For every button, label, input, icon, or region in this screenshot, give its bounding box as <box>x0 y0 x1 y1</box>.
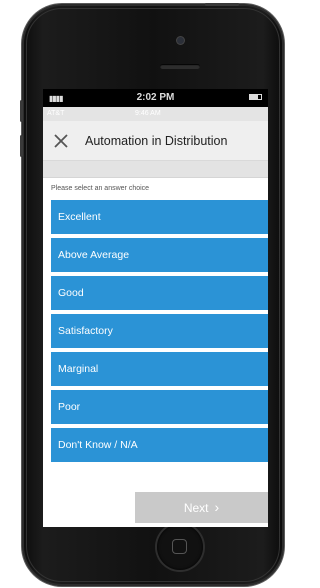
close-icon[interactable] <box>53 133 69 149</box>
battery-icon <box>249 94 262 100</box>
speaker-grille <box>160 64 200 69</box>
choice-poor[interactable]: Poor <box>51 390 268 424</box>
app-screen: AT&T 9:46 AM Automation in Distribution … <box>43 107 268 527</box>
power-button <box>205 3 239 6</box>
choice-above-average[interactable]: Above Average <box>51 238 268 272</box>
choice-dont-know[interactable]: Don't Know / N/A <box>51 428 268 462</box>
choice-good[interactable]: Good <box>51 276 268 310</box>
app-time: 9:46 AM <box>135 110 161 117</box>
choice-marginal[interactable]: Marginal <box>51 352 268 386</box>
device-time: 2:02 PM <box>136 92 175 103</box>
choice-list: Excellent Above Average Good Satisfactor… <box>43 200 268 462</box>
next-button[interactable]: Next › <box>135 492 268 523</box>
choice-satisfactory[interactable]: Satisfactory <box>51 314 268 348</box>
app-status-bar: AT&T 9:46 AM <box>43 107 268 121</box>
footer: Next › <box>43 489 268 527</box>
page-title: Automation in Distribution <box>85 134 228 148</box>
progress-band <box>43 161 268 178</box>
chevron-right-icon: › <box>214 499 220 515</box>
stage: ▮▮▮▮ 2:02 PM AT&T 9:46 AM Automation in … <box>0 0 291 588</box>
front-camera-icon <box>177 37 184 44</box>
choice-excellent[interactable]: Excellent <box>51 200 268 234</box>
home-square-icon <box>172 539 187 554</box>
volume-button <box>20 100 23 122</box>
carrier-label: AT&T <box>47 110 65 117</box>
question-prompt: Please select an answer choice <box>51 185 150 192</box>
volume-button <box>20 135 23 157</box>
app-header: Automation in Distribution <box>43 121 268 161</box>
device-status-bar: ▮▮▮▮ 2:02 PM <box>43 89 268 107</box>
next-label: Next <box>183 501 209 515</box>
home-button[interactable] <box>157 524 203 570</box>
